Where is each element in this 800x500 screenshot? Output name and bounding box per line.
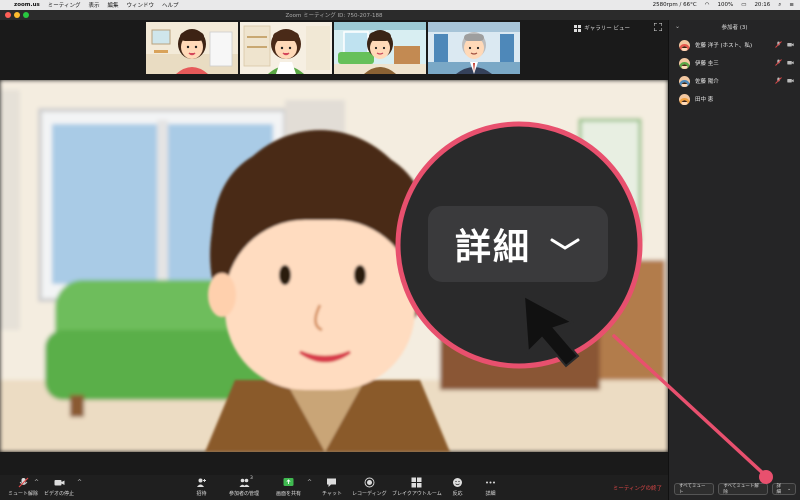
manage-participants-button[interactable]: 参加者の管理	[229, 477, 259, 497]
microphone-muted-icon	[18, 477, 28, 488]
wifi-icon[interactable]: ◠	[705, 2, 710, 8]
microphone-muted-icon[interactable]	[775, 77, 782, 84]
unmute-all-button[interactable]: すべてミュート解除	[718, 483, 768, 495]
microphone-muted-icon[interactable]	[775, 59, 782, 66]
participant-status-icons	[775, 59, 794, 66]
meeting-toolbar: ミュート解除 ^ ビデオの停止 ^ 招待 参加者の管理 3 画面を共有 ^ チャ…	[0, 475, 668, 500]
search-icon[interactable]: ⌕	[778, 2, 781, 9]
end-meeting-button[interactable]: ミーティングの終了	[613, 484, 662, 492]
participant-name: 伊藤 圭三	[695, 61, 719, 67]
participant-name: 佐藤 洋子 (ホスト、私)	[695, 43, 753, 49]
participant-count-badge: 3	[250, 476, 253, 481]
participants-icon	[239, 478, 249, 487]
gallery-thumbnail-strip	[146, 22, 520, 74]
participant-name: 田中 恵	[695, 97, 714, 103]
participant-name: 佐藤 陽介	[695, 79, 719, 85]
breakout-rooms-button[interactable]: ブレイクアウトルーム	[392, 477, 442, 497]
menu-app-name[interactable]: zoom.us	[14, 2, 40, 8]
menu-item-view[interactable]: 表示	[88, 1, 99, 9]
share-screen-icon	[283, 478, 294, 486]
battery-percent[interactable]: 100%	[718, 2, 734, 8]
panel-more-button[interactable]: 詳細 ⌄	[771, 483, 796, 495]
participant-status-icons	[775, 77, 794, 84]
participant-row[interactable]: 佐藤 陽介	[669, 72, 800, 90]
mac-menu-bar: zoom.us ミーティング 表示 編集 ウィンドウ ヘルプ 2580rpm /…	[0, 0, 800, 10]
avatar	[679, 93, 690, 105]
chat-icon	[327, 478, 337, 487]
stop-video-label: ビデオの停止	[44, 491, 75, 497]
participant-status-icons	[775, 41, 794, 48]
breakout-rooms-label: ブレイクアウトルーム	[392, 491, 442, 497]
participants-panel-header: ⌄ 参加者 (3)	[669, 20, 800, 34]
battery-icon[interactable]: ▭	[741, 2, 746, 8]
chevron-down-icon	[550, 238, 580, 250]
window-title: Zoom ミーティング ID: 750-207-188	[285, 13, 383, 19]
menu-item-edit[interactable]: 編集	[107, 1, 118, 9]
share-screen-label: 画面を共有	[276, 491, 302, 497]
zoom-callout: 詳細	[394, 120, 644, 370]
video-camera-icon[interactable]	[787, 59, 794, 66]
participant-row[interactable]: 佐藤 洋子 (ホスト、私)	[669, 36, 800, 54]
magnified-more-button: 詳細	[428, 206, 608, 282]
participant-thumbnail[interactable]	[428, 22, 520, 74]
reactions-label: 反応	[452, 491, 463, 497]
more-dots-icon	[486, 481, 495, 484]
fullscreen-icon[interactable]	[654, 23, 662, 31]
more-button[interactable]: 詳細	[485, 477, 496, 497]
stop-video-button[interactable]: ビデオの停止	[44, 477, 74, 497]
gallery-view-label: ギャラリー ビュー	[584, 26, 630, 32]
menu-item-help[interactable]: ヘルプ	[162, 1, 179, 9]
window-title-bar: Zoom ミーティング ID: 750-207-188	[0, 10, 800, 20]
cpu-status[interactable]: 2580rpm / 66°C	[653, 2, 697, 8]
control-center-icon[interactable]: ≡	[789, 2, 794, 8]
record-button[interactable]: レコーディング	[352, 477, 387, 497]
avatar	[679, 39, 690, 51]
invite-label: 招待	[196, 491, 207, 497]
chat-label: チャット	[322, 491, 342, 497]
gallery-view-button[interactable]: ギャラリー ビュー	[574, 24, 630, 32]
share-options-caret[interactable]: ^	[307, 479, 312, 486]
participant-row[interactable]: 伊藤 圭三	[669, 54, 800, 72]
menu-item-window[interactable]: ウィンドウ	[126, 1, 154, 9]
collapse-panel-icon[interactable]: ⌄	[675, 23, 680, 30]
share-screen-button[interactable]: 画面を共有	[276, 477, 301, 497]
participant-thumbnail[interactable]	[146, 22, 238, 74]
chevron-down-icon: ⌄	[787, 486, 791, 492]
unmute-label: ミュート解除	[8, 491, 39, 497]
participants-panel: ⌄ 参加者 (3) 佐藤 洋子 (ホスト、私) 伊藤 圭三 佐藤 陽介 田中 恵…	[668, 20, 800, 500]
reactions-button[interactable]: 反応	[452, 477, 463, 497]
add-person-icon	[197, 478, 206, 487]
chat-button[interactable]: チャット	[322, 477, 342, 497]
participants-panel-title: 参加者 (3)	[721, 25, 748, 31]
participant-thumbnail[interactable]	[334, 22, 426, 74]
avatar	[679, 57, 690, 69]
video-camera-icon[interactable]	[787, 77, 794, 84]
video-camera-icon[interactable]	[787, 41, 794, 48]
panel-more-label: 詳細	[776, 484, 782, 495]
record-label: レコーディング	[352, 491, 387, 497]
participants-panel-footer: すべてミュート すべてミュート解除 詳細 ⌄	[669, 478, 800, 500]
participant-row[interactable]: 田中 恵	[669, 90, 800, 108]
video-options-caret[interactable]: ^	[77, 479, 82, 486]
video-camera-icon	[54, 480, 64, 486]
menu-clock[interactable]: 20:16	[754, 2, 770, 8]
more-label: 詳細	[485, 491, 496, 497]
video-area: ギャラリー ビュー 詳細	[0, 20, 668, 475]
menu-item-meeting[interactable]: ミーティング	[48, 1, 81, 9]
invite-button[interactable]: 招待	[196, 477, 207, 497]
participant-thumbnail[interactable]	[240, 22, 332, 74]
menu-status-area: 2580rpm / 66°C ◠ 100% ▭ 20:16 ⌕ ≡	[653, 2, 794, 9]
breakout-rooms-icon	[411, 477, 422, 488]
avatar	[679, 75, 690, 87]
smiley-icon	[453, 478, 462, 487]
mute-all-button[interactable]: すべてミュート	[674, 483, 715, 495]
manage-participants-label: 参加者の管理	[229, 491, 260, 497]
microphone-muted-icon[interactable]	[775, 41, 782, 48]
magnified-more-label: 詳細	[454, 227, 531, 268]
participant-list: 佐藤 洋子 (ホスト、私) 伊藤 圭三 佐藤 陽介 田中 恵	[669, 36, 800, 108]
cursor-arrow-icon	[522, 294, 580, 368]
grid-icon	[574, 24, 582, 32]
audio-options-caret[interactable]: ^	[34, 479, 39, 486]
record-icon	[364, 477, 375, 488]
